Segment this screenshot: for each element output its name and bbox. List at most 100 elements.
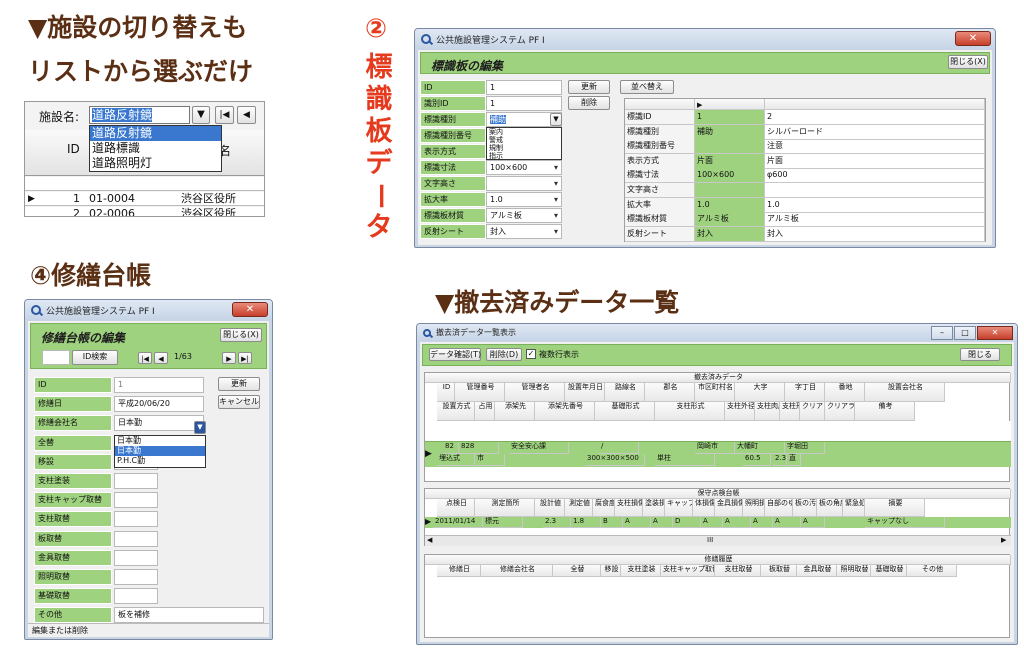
vertical-char: ー: [364, 182, 395, 210]
repair-panel: 修繕台帳の編集 閉じる(X) ID検索 |◀ ◀ 1/63 ▶ ▶| 更新 キャ…: [28, 321, 269, 637]
field-value[interactable]: 日本勤: [114, 415, 204, 432]
dropdown-icon[interactable]: ▼: [192, 106, 210, 124]
field-value[interactable]: アルミ板: [486, 208, 562, 223]
data-confirm-button[interactable]: データ確認(T): [429, 348, 481, 361]
app-icon: [31, 305, 41, 315]
table-row[interactable]: ▶ 1 01-0004 渋谷区役所: [25, 192, 264, 206]
field-value[interactable]: 100×600: [486, 160, 562, 175]
compare-value-a: 補助: [695, 124, 765, 140]
cell-text: 移設: [601, 565, 621, 577]
delete-button[interactable]: 削除(D): [486, 348, 522, 361]
cell-text: 板の汚れ: [793, 499, 817, 517]
multi-row-checkbox[interactable]: ✓: [526, 349, 536, 359]
minimize-icon[interactable]: –: [931, 326, 953, 340]
field-value[interactable]: [114, 588, 158, 605]
first-record-icon[interactable]: |◀: [215, 106, 234, 124]
close-icon[interactable]: ✕: [977, 326, 1013, 340]
facility-select[interactable]: 道路反射鏡: [89, 106, 190, 124]
next-record-icon[interactable]: ▶: [222, 352, 236, 364]
cell-text: 添架先: [495, 402, 535, 421]
maximize-icon[interactable]: □: [954, 326, 976, 340]
cell-text: 板取替: [761, 565, 797, 577]
dropdown-icon[interactable]: ▼: [194, 421, 206, 434]
scroll-right-icon[interactable]: ▶: [1001, 536, 1006, 544]
id-search-input[interactable]: [42, 350, 70, 365]
type-option[interactable]: 指示: [487, 152, 561, 160]
compare-value-a: [695, 183, 765, 198]
scroll-thumb[interactable]: III: [707, 536, 713, 544]
section-title: 撤去済みデータ: [425, 373, 1011, 383]
field-value[interactable]: [114, 492, 158, 509]
record-position: 1/63: [174, 352, 192, 361]
id-search-button[interactable]: ID検索: [72, 350, 118, 365]
field-value[interactable]: 1: [114, 377, 204, 393]
company-option[interactable]: 日本勤: [115, 446, 205, 456]
type-option[interactable]: 規制: [487, 144, 561, 152]
cell-text: /: [599, 442, 639, 454]
cancel-button[interactable]: キャンセル: [218, 395, 260, 409]
field-value[interactable]: [114, 511, 158, 528]
table-row[interactable]: 2 02-0006 渋谷区役所: [25, 207, 264, 216]
facility-option[interactable]: 道路反射鏡: [90, 126, 221, 141]
compare-value-b: 封入: [765, 226, 985, 242]
field-value[interactable]: 平成20/06/20: [114, 396, 204, 413]
compare-grid: ▶ 標識ID 1 2 標識種別 補助 シルバーロード 標識種別番号 注意 表示方式 片面 片面 標識寸…: [624, 98, 986, 242]
heading-select-from-list: リストから選ぶだけ: [28, 57, 254, 86]
cell-text: 設置年月日: [565, 383, 605, 402]
close-button[interactable]: 閉じる(X): [948, 55, 988, 69]
prev-record-icon[interactable]: ◀: [237, 106, 256, 124]
field-value[interactable]: 1: [486, 80, 562, 95]
facility-option[interactable]: 道路標識: [90, 141, 221, 156]
sort-button[interactable]: 並べ替え: [620, 80, 674, 94]
company-option[interactable]: P.H.C勤: [115, 456, 205, 466]
col-id: ID: [67, 142, 80, 156]
cell-text: 塗装損傷: [643, 499, 665, 517]
type-dropdown-list: 案内 警戒 規制 指示: [486, 127, 562, 160]
field-value[interactable]: [114, 549, 158, 566]
window-titlebar: 公共施設管理システム PF I: [415, 29, 995, 49]
field-value[interactable]: [114, 569, 158, 585]
field-value[interactable]: 板を補修: [114, 607, 264, 624]
cell-text: ID: [437, 383, 455, 402]
first-record-icon[interactable]: |◀: [138, 352, 152, 364]
table-row[interactable]: ▶ 82 828 安全安心課 / 岡崎市 大幡町 字堀田 埋込式市 300×300×500 単柱…: [425, 441, 1011, 467]
update-button[interactable]: 更新: [568, 80, 610, 94]
scroll-left-icon[interactable]: ◀: [427, 536, 432, 544]
type-option[interactable]: 警戒: [487, 136, 561, 144]
field-label: 標識種別番号: [420, 128, 486, 143]
cell-text: 2011/01/14: [433, 517, 483, 528]
horizontal-scrollbar[interactable]: ◀ III ▶: [425, 535, 1011, 546]
close-icon[interactable]: ✕: [232, 302, 268, 317]
cell-text: その他: [907, 565, 957, 577]
close-button[interactable]: 閉じる: [960, 348, 1000, 361]
compare-header: [765, 99, 985, 110]
last-record-icon[interactable]: ▶|: [238, 352, 252, 364]
cell-text: 基礎形式: [595, 402, 655, 421]
company-option[interactable]: 日本勤: [115, 436, 205, 446]
signboard-window: 公共施設管理システム PF I ✕ 標識板の編集 閉じる(X) 更新 削除 並べ…: [414, 28, 996, 248]
update-button[interactable]: 更新: [218, 377, 260, 391]
field-label: 支柱取替: [34, 511, 112, 528]
field-value[interactable]: 1.0: [486, 192, 562, 207]
vertical-char: 標: [365, 52, 393, 83]
section-title: 修繕履歴: [425, 555, 1011, 565]
dropdown-icon[interactable]: ▼: [550, 113, 562, 126]
close-button[interactable]: 閉じる(X): [220, 328, 262, 342]
field-value[interactable]: [114, 530, 158, 547]
cell-text: 支柱形式: [655, 402, 725, 421]
field-value[interactable]: 封入: [486, 224, 562, 239]
field-value[interactable]: [486, 176, 562, 191]
field-label: 識別ID: [420, 96, 486, 111]
field-value[interactable]: [114, 473, 158, 489]
facility-option[interactable]: 道路照明灯: [90, 156, 221, 171]
close-icon[interactable]: ✕: [955, 31, 991, 46]
heading-vertical-signboard-data: 標 識 板 デ ー タ: [362, 52, 396, 244]
field-value[interactable]: 1: [486, 96, 562, 111]
blank-row: [25, 177, 264, 191]
type-option[interactable]: 案内: [487, 128, 561, 136]
compare-value-a: 片面: [695, 153, 765, 169]
delete-button[interactable]: 削除: [568, 96, 610, 110]
prev-record-icon[interactable]: ◀: [154, 352, 168, 364]
compare-label: 標識板材質: [625, 212, 695, 228]
table-row[interactable]: ▶ 2011/01/14 標元 2.3 1.8 B A A D A A A A A キャップなし: [425, 517, 1011, 528]
